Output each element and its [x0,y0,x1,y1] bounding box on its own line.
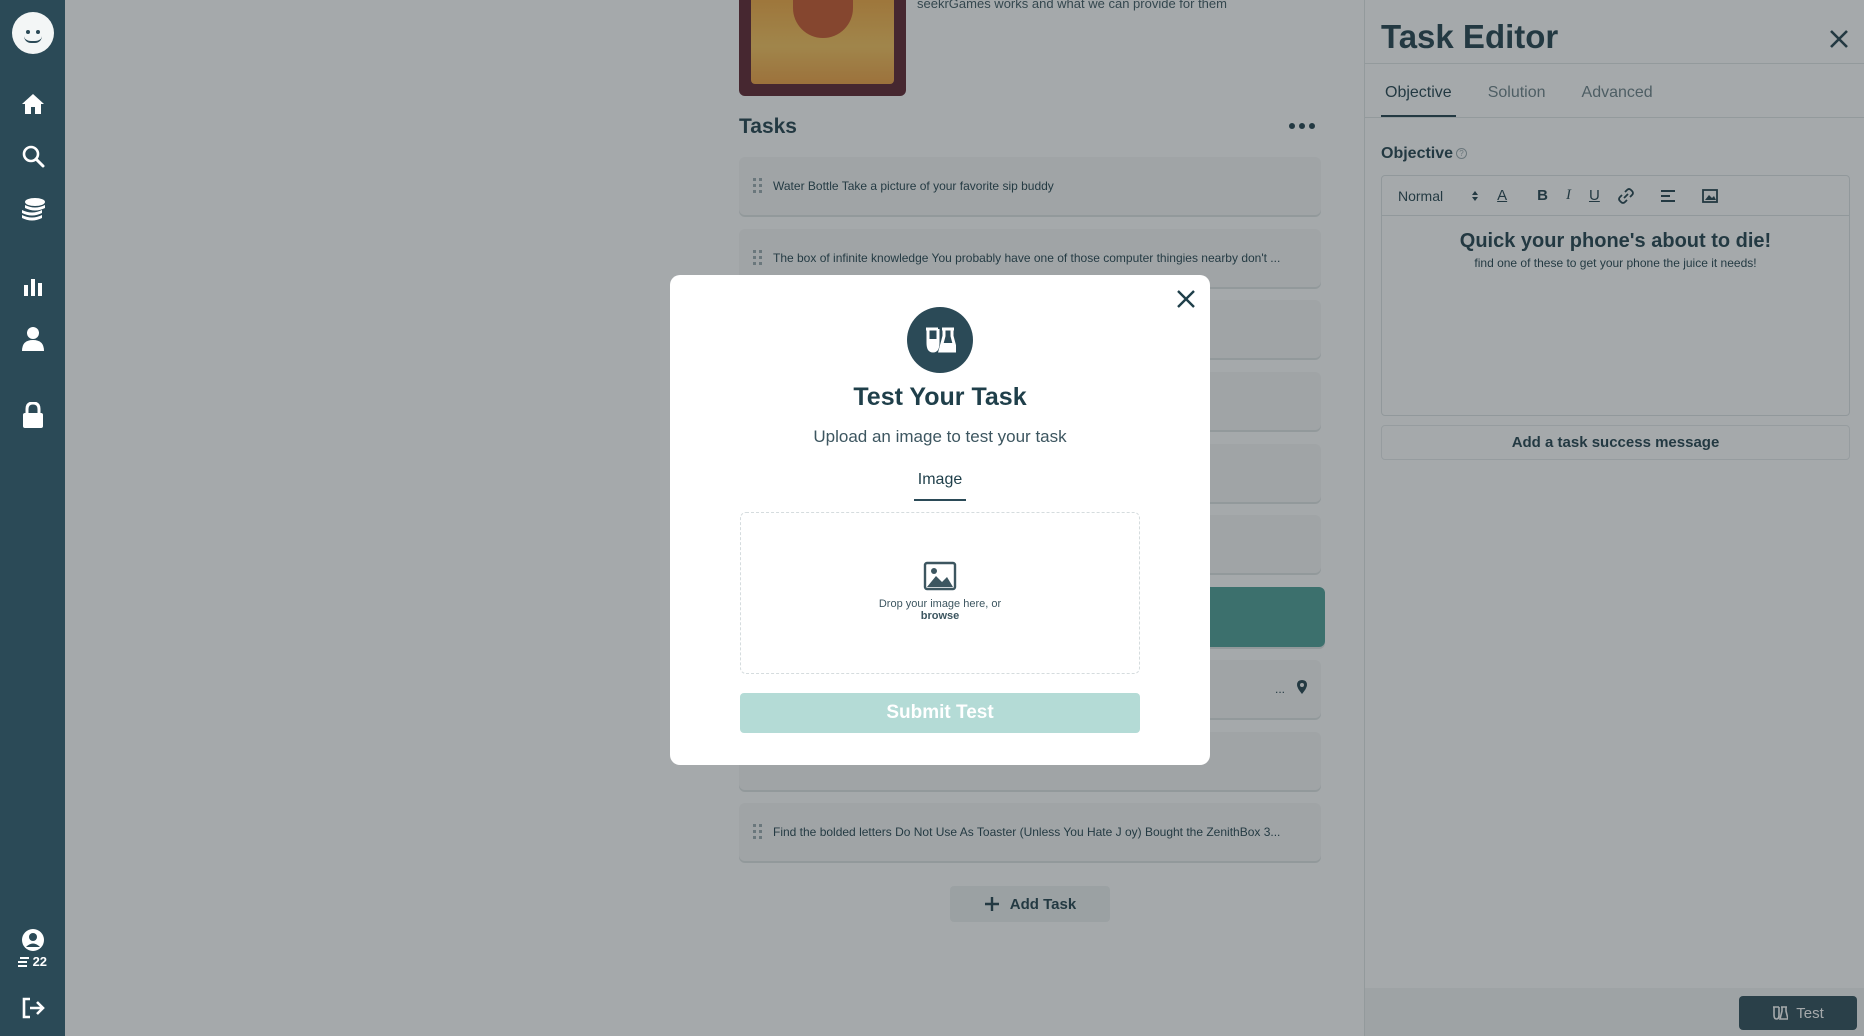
image-icon [923,561,957,591]
coins-icon[interactable] [0,196,65,222]
credits-value: 22 [32,954,48,969]
modal-subtitle: Upload an image to test your task [813,427,1067,446]
flask-icon [926,327,956,353]
logo-mouth [24,36,42,43]
tab-image[interactable]: Image [914,471,966,501]
credits-count: 22 [0,954,65,969]
sidebar: 22 [0,0,65,1036]
modal-title: Test Your Task [853,383,1027,411]
logo-eye [36,30,40,34]
logo-eye [26,30,30,34]
dropzone-text: Drop your image here, or [878,598,1002,610]
close-icon[interactable] [1176,289,1196,309]
logout-icon[interactable] [0,996,65,1020]
account-icon[interactable] [0,928,65,952]
browse-link[interactable]: browse [741,610,1139,622]
analytics-icon[interactable] [0,275,65,297]
flask-badge [907,307,973,373]
app-logo[interactable] [12,12,54,54]
lock-icon[interactable] [0,402,65,428]
search-icon[interactable] [0,144,65,168]
user-icon[interactable] [0,326,65,352]
image-dropzone[interactable]: Drop your image here, or browse [740,512,1140,674]
test-task-modal: Test Your Task Upload an image to test y… [670,275,1210,765]
submit-test-button[interactable]: Submit Test [740,693,1140,733]
home-icon[interactable] [0,92,65,116]
coins-icon [17,957,29,967]
